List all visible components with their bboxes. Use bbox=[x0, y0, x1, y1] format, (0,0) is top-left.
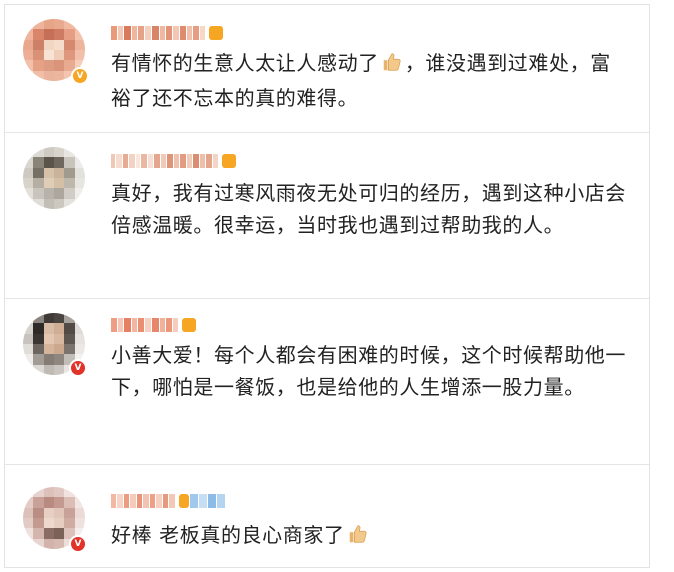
username[interactable] bbox=[111, 493, 226, 509]
comment-list: V 有情怀的生意人太让人感动了 ，谁没遇到过难处，富裕了还不忘本的真的难得。 真… bbox=[4, 4, 650, 568]
verified-badge-icon: V bbox=[69, 359, 87, 377]
avatar[interactable] bbox=[23, 147, 85, 209]
comment-text: 真好，我有过寒风雨夜无处可归的经历，遇到这种小店会倍感温暖。很幸运，当时我也遇到… bbox=[111, 181, 626, 237]
username[interactable] bbox=[111, 153, 237, 169]
verified-badge-icon: V bbox=[71, 67, 89, 85]
comment-item: V 好棒 老板真的良心商家了 bbox=[5, 465, 649, 569]
comment-item: V 小善大爱！每个人都会有困难的时候，这个时候帮助他一下，哪怕是一餐饭，也是给他… bbox=[5, 299, 649, 465]
thumbs-up-icon bbox=[381, 50, 403, 82]
comment-item: 真好，我有过寒风雨夜无处可归的经历，遇到这种小店会倍感温暖。很幸运，当时我也遇到… bbox=[5, 133, 649, 299]
verified-badge-icon: V bbox=[69, 535, 87, 553]
comment-text: 好棒 老板真的良心商家了 bbox=[111, 519, 631, 554]
thumbs-up-icon bbox=[347, 522, 369, 554]
comment-item: V 有情怀的生意人太让人感动了 ，谁没遇到过难处，富裕了还不忘本的真的难得。 bbox=[5, 5, 649, 133]
comment-text: 小善大爱！每个人都会有困难的时候，这个时候帮助他一下，哪怕是一餐饭，也是给他的人… bbox=[111, 343, 626, 399]
username[interactable] bbox=[111, 25, 224, 41]
username[interactable] bbox=[111, 317, 197, 333]
comment-text: 有情怀的生意人太让人感动了 ，谁没遇到过难处，富裕了还不忘本的真的难得。 bbox=[111, 50, 611, 110]
